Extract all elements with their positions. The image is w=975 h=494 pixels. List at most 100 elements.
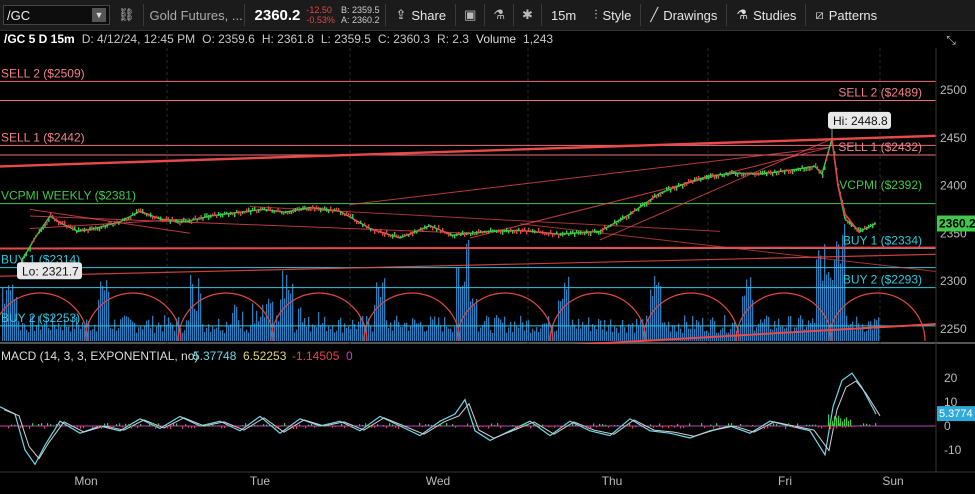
- volume-bar: [714, 321, 716, 341]
- volume-bar: [592, 324, 594, 341]
- candle: [530, 229, 532, 232]
- macd-histogram-bar: [716, 423, 718, 426]
- macd-histogram-bar: [719, 426, 721, 428]
- candle: [328, 209, 330, 214]
- volume-bar: [432, 319, 434, 341]
- macd-histogram-bar: [542, 424, 544, 426]
- candle: [710, 173, 712, 178]
- macd-histogram-bar: [272, 425, 274, 426]
- level-label: SELL 1 ($2432): [838, 140, 922, 154]
- volume-bar: [370, 325, 372, 341]
- macd-histogram-bar: [680, 426, 682, 429]
- macd-histogram-bar: [41, 423, 43, 426]
- volume-bar: [126, 316, 128, 341]
- candle: [797, 167, 800, 171]
- macd-histogram-bar: [644, 426, 646, 427]
- volume-bar: [442, 331, 444, 341]
- volume-bar: [282, 270, 284, 341]
- candle: [226, 211, 228, 215]
- macd-histogram-bar: [20, 426, 22, 429]
- volume-bar: [378, 287, 380, 341]
- candle: [725, 172, 727, 176]
- candle: [95, 225, 97, 231]
- candle: [212, 213, 214, 216]
- candle: [516, 229, 518, 234]
- volume-bar: [102, 286, 104, 341]
- volume-bar: [796, 327, 798, 341]
- candle: [662, 191, 664, 194]
- volume-bar: [500, 319, 502, 341]
- volume-bar: [762, 322, 764, 341]
- volume-bar: [392, 330, 394, 341]
- macd-histogram-bar: [158, 423, 160, 426]
- volume-bar: [582, 321, 584, 341]
- macd-histogram-bar: [848, 421, 850, 426]
- macd-histogram-bar: [194, 426, 196, 429]
- volume-bar: [758, 323, 760, 341]
- macd-histogram-bar: [98, 426, 100, 429]
- candle: [256, 209, 258, 214]
- macd-histogram-bar: [452, 424, 454, 426]
- time-tick-label: Tue: [250, 474, 271, 488]
- candle: [25, 252, 28, 257]
- chart-area[interactable]: SELL 2 ($2509) SELL 1 ($2442) VCPMI WEEKLY…: [0, 0, 975, 494]
- volume-bar: [700, 325, 702, 341]
- volume-bar: [312, 324, 314, 341]
- candle: [713, 175, 716, 180]
- volume-bar: [668, 321, 670, 341]
- candle: [760, 170, 762, 175]
- candle: [38, 229, 41, 234]
- candle: [126, 218, 128, 222]
- macd-histogram-bar: [821, 426, 823, 429]
- candle: [214, 211, 216, 217]
- volume-bar: [466, 243, 468, 341]
- macd-value: 5.37748: [193, 349, 237, 363]
- volume-bar: [382, 282, 384, 341]
- candle: [562, 231, 564, 237]
- candle: [250, 210, 252, 215]
- volume-bar: [356, 328, 358, 341]
- volume-bar: [660, 286, 662, 341]
- candle: [640, 203, 642, 208]
- candle: [368, 224, 370, 228]
- volume-bar: [656, 284, 658, 341]
- candle: [58, 220, 60, 226]
- candle: [144, 212, 146, 215]
- candle: [518, 227, 520, 232]
- volume-bar: [222, 330, 224, 341]
- macd-histogram-bar: [557, 425, 559, 426]
- candle: [510, 228, 512, 233]
- volume-bar: [318, 311, 320, 341]
- macd-histogram-bar: [836, 417, 838, 426]
- macd-histogram-bar: [848, 426, 850, 428]
- macd-histogram-bar: [125, 423, 127, 426]
- volume-bar: [394, 320, 396, 341]
- volume-bar: [506, 332, 508, 341]
- volume-bar: [434, 316, 436, 341]
- volume-bar: [818, 250, 820, 341]
- level-label: BUY 2 ($2253): [1, 311, 80, 325]
- candle: [496, 229, 498, 233]
- macd-histogram-bar: [491, 423, 493, 426]
- candle: [422, 227, 424, 233]
- volume-bar: [206, 327, 208, 341]
- volume-bar: [512, 331, 514, 341]
- macd-label: MACD (14, 3, 3, EXPONENTIAL, no): [1, 349, 198, 363]
- volume-bar: [324, 316, 326, 341]
- macd-histogram-bar: [434, 426, 436, 428]
- candle: [768, 170, 770, 174]
- candle: [748, 172, 750, 175]
- candle: [265, 208, 268, 212]
- volume-bar: [226, 321, 228, 341]
- volume-bar: [120, 319, 122, 341]
- macd-histogram-bar: [44, 426, 46, 429]
- candle: [696, 176, 698, 181]
- volume-bar: [602, 329, 604, 341]
- volume-bar: [536, 327, 538, 341]
- volume-bar: [820, 255, 822, 341]
- volume-bar: [310, 331, 312, 341]
- candle: [801, 165, 803, 169]
- macd-histogram-bar: [305, 426, 307, 429]
- volume-bar: [720, 329, 722, 341]
- macd-histogram-bar: [65, 423, 67, 426]
